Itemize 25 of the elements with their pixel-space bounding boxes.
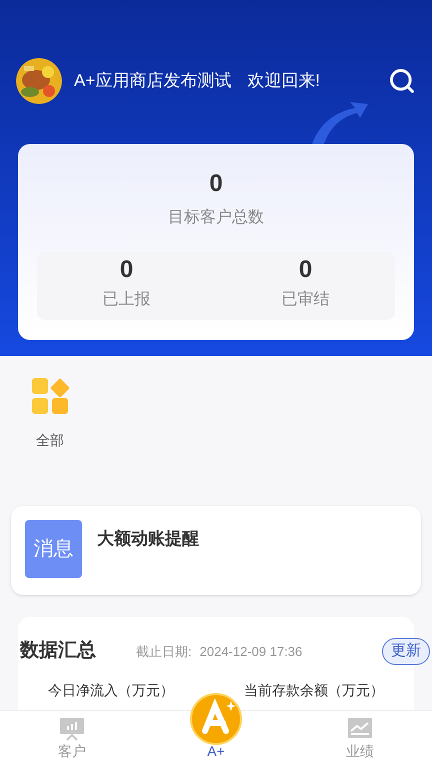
shortcut-label[interactable]: 全部 [36,430,64,451]
app-title: A+应用商店发布测试 [74,70,232,92]
update-button[interactable]: 更新 [382,638,430,664]
date-value: 2024-12-09 17:36 [200,642,302,660]
stat-count: 0 [298,255,312,285]
tab-label: 客户 [58,742,86,761]
trend-chart-icon [347,717,373,741]
tab-label: 业绩 [346,742,374,761]
metric-label: 今日净流入（万元） [48,680,174,700]
total-count: 0 [209,169,223,199]
welcome-text: 欢迎回来! [247,70,320,92]
stat-count: 0 [120,255,134,285]
stat-label: 已审结 [282,290,330,310]
metric-label: 当前存款余额（万元） [244,680,384,700]
tab-label: A+ [207,742,225,761]
search-icon[interactable] [388,66,416,94]
message-badge: 消息 [25,520,82,578]
tab[interactable]: A+ [144,711,288,768]
notice-card[interactable]: 消息 大额动账提醒 [11,506,421,595]
presentation-board-icon [59,717,85,741]
total-label: 目标客户总数 [168,208,264,228]
date-label: 截止日期: [136,642,192,660]
stat-label: 已上报 [102,290,150,310]
notice-title: 大额动账提醒 [97,528,199,550]
section-title: 数据汇总 [20,638,96,663]
